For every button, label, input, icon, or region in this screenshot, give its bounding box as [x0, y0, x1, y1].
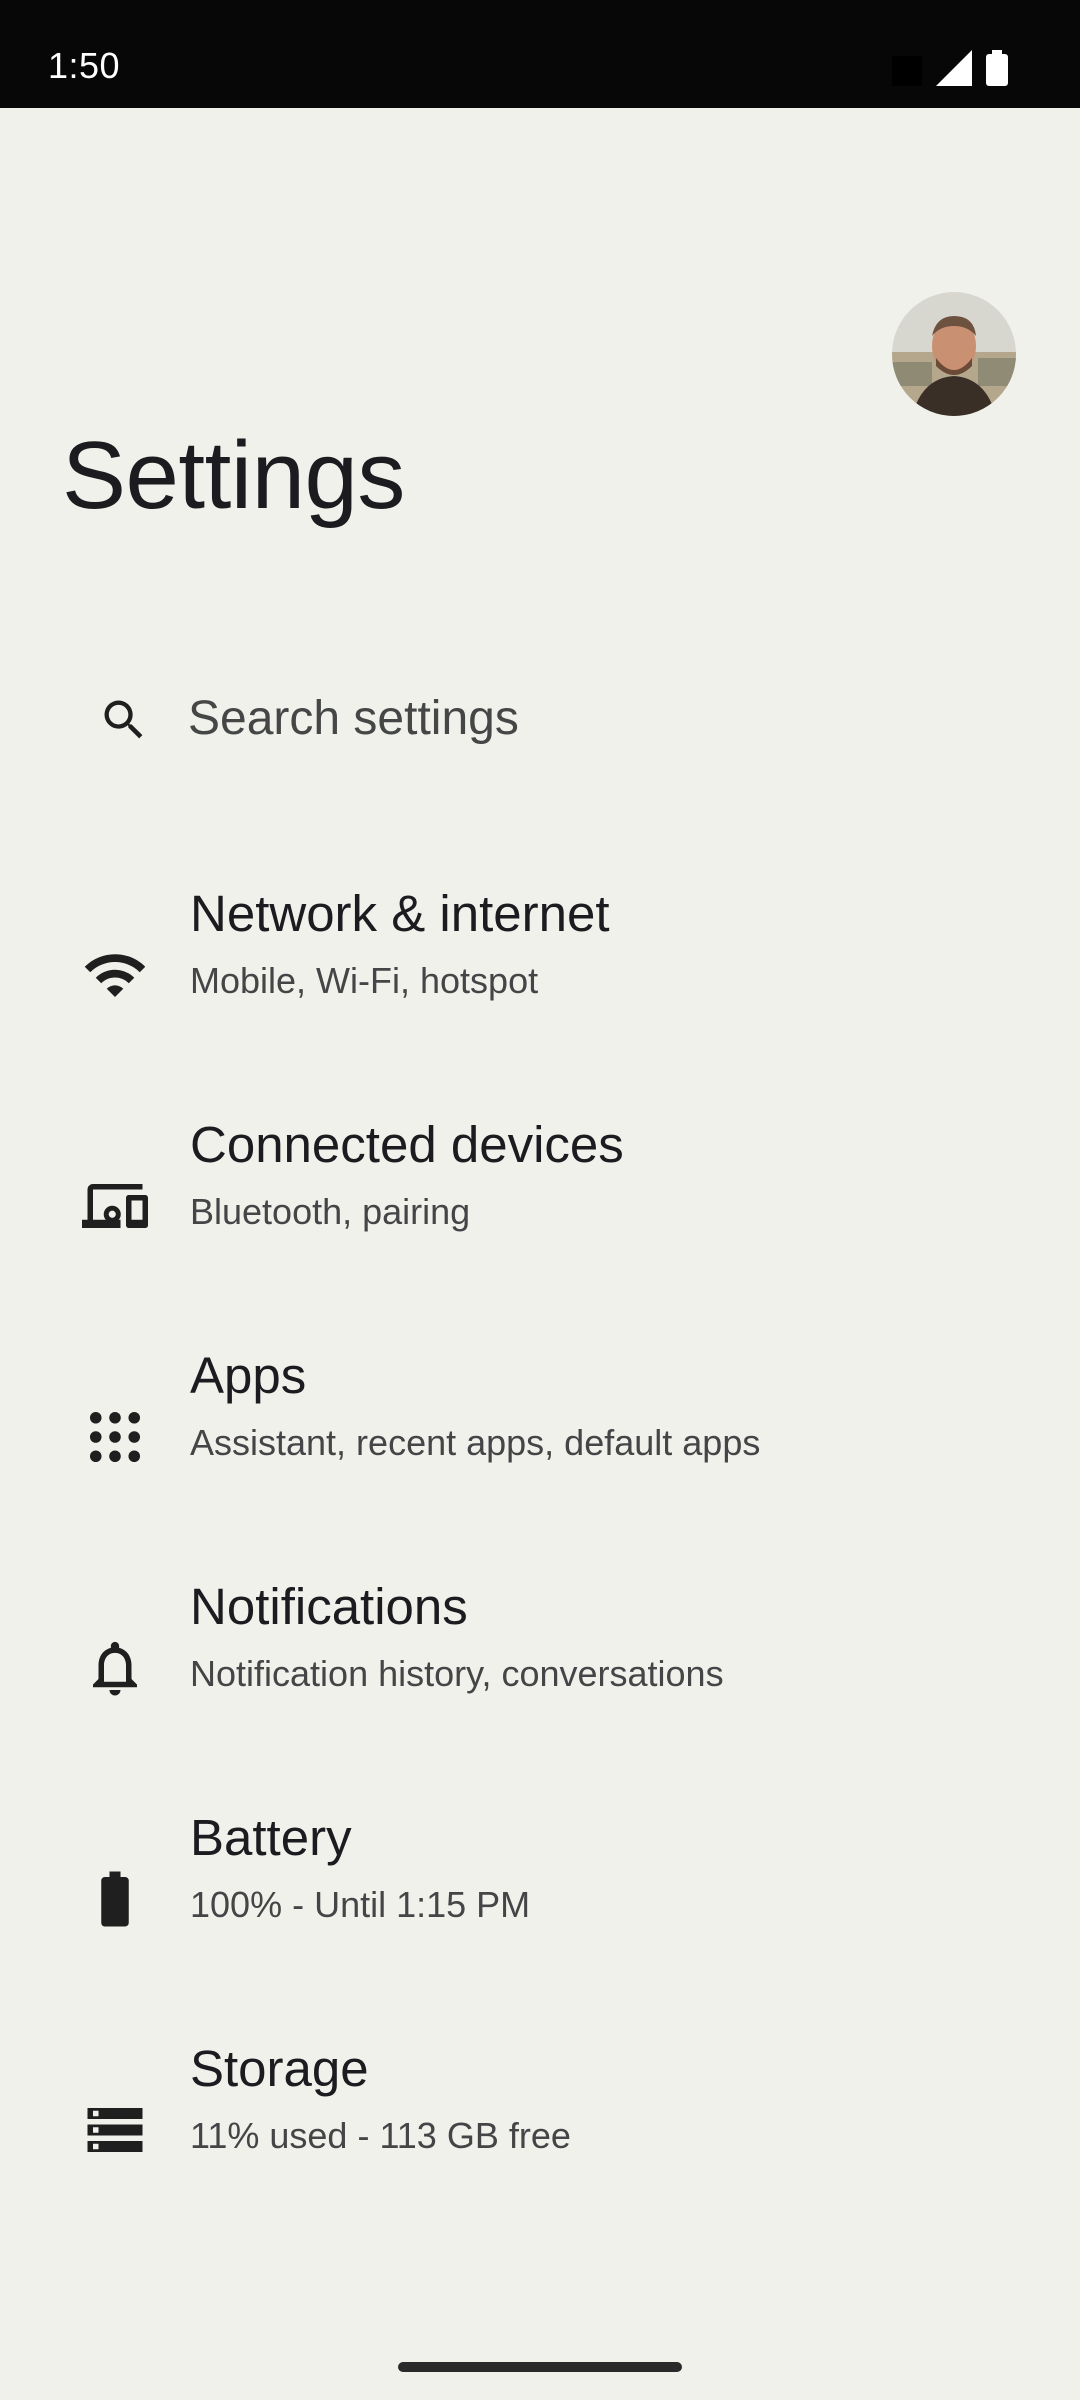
setting-item-connected-devices[interactable]: Connected devices Bluetooth, pairing — [0, 1091, 1080, 1322]
setting-title: Notifications — [190, 1578, 468, 1635]
setting-item-battery[interactable]: Battery 100% - Until 1:15 PM — [0, 1784, 1080, 2015]
search-icon — [98, 694, 150, 746]
setting-title: Storage — [190, 2040, 369, 2097]
status-bar: 1:50 — [0, 0, 1080, 108]
setting-title: Apps — [190, 1347, 307, 1404]
bell-icon — [82, 1635, 148, 1701]
setting-title: Battery — [190, 1809, 352, 1866]
status-icons — [892, 40, 1008, 86]
setting-item-apps[interactable]: Apps Assistant, recent apps, default app… — [0, 1322, 1080, 1553]
devices-icon — [82, 1173, 148, 1239]
cellular-signal-icon — [936, 50, 972, 86]
setting-item-network[interactable]: Network & internet Mobile, Wi-Fi, hotspo… — [0, 860, 1080, 1091]
search-bar[interactable] — [62, 652, 1018, 784]
setting-subtitle: 11% used - 113 GB free — [190, 2115, 571, 2156]
battery-icon — [82, 1866, 148, 1932]
setting-subtitle: Mobile, Wi-Fi, hotspot — [190, 960, 539, 1001]
search-input[interactable] — [188, 682, 948, 754]
battery-icon — [986, 50, 1008, 86]
setting-subtitle: Notification history, conversations — [190, 1653, 724, 1694]
gesture-nav-handle[interactable] — [398, 2362, 682, 2372]
setting-subtitle: Assistant, recent apps, default apps — [190, 1422, 761, 1463]
wifi-icon — [82, 942, 148, 1008]
setting-title: Network & internet — [190, 885, 610, 942]
setting-subtitle: Bluetooth, pairing — [190, 1191, 471, 1232]
status-time: 1:50 — [48, 45, 121, 86]
setting-item-storage[interactable]: Storage 11% used - 113 GB free — [0, 2015, 1080, 2246]
setting-subtitle: 100% - Until 1:15 PM — [190, 1884, 531, 1925]
setting-title: Connected devices — [190, 1116, 624, 1173]
page-title: Settings — [62, 422, 405, 529]
notification-square-icon — [892, 56, 922, 86]
storage-icon — [82, 2097, 148, 2163]
profile-avatar[interactable] — [892, 292, 1016, 416]
apps-grid-icon — [82, 1404, 148, 1470]
setting-item-notifications[interactable]: Notifications Notification history, conv… — [0, 1553, 1080, 1784]
